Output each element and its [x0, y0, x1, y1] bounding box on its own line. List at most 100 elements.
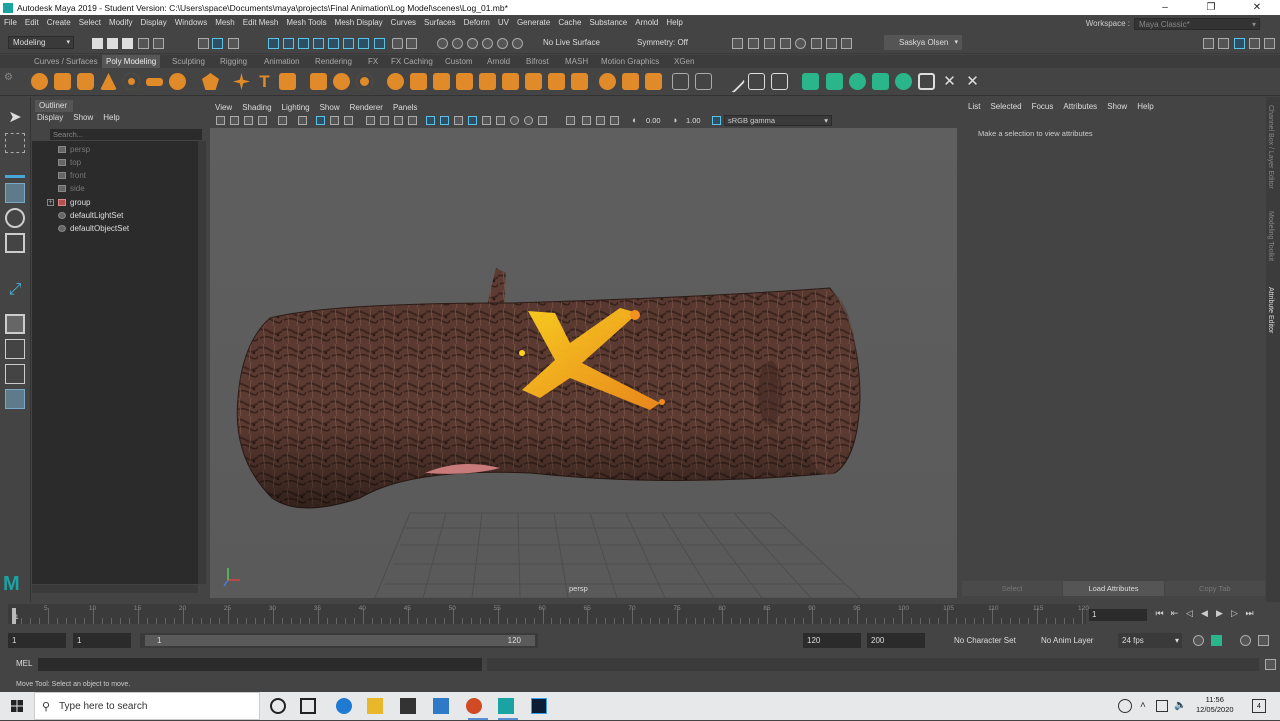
xray-components-icon[interactable]: [610, 116, 619, 125]
multi-cut-icon[interactable]: [599, 73, 616, 90]
outliner-item[interactable]: group: [58, 196, 90, 209]
snap-to-surface-icon[interactable]: [497, 38, 508, 49]
cylindrical-mapping-icon[interactable]: [826, 73, 843, 90]
anim-layer-dropdown[interactable]: No Anim Layer: [1037, 633, 1113, 648]
shelf-tab-fx-caching[interactable]: FX Caching: [387, 55, 437, 68]
use-all-lights-icon[interactable]: [482, 116, 491, 125]
cortana-icon[interactable]: [270, 698, 286, 714]
shelf-tab-animation[interactable]: Animation: [260, 55, 304, 68]
append-polygon-icon[interactable]: [571, 73, 588, 90]
character-set-dropdown[interactable]: No Character Set: [950, 633, 1032, 648]
range-thumb[interactable]: 1 120: [145, 635, 535, 646]
snap-grid-icon[interactable]: [268, 38, 279, 49]
shelf-tab-curves-surfaces[interactable]: Curves / Surfaces: [30, 55, 102, 68]
arnold-render-icon[interactable]: [811, 38, 822, 49]
store-icon[interactable]: [400, 698, 416, 714]
grease-pencil-icon[interactable]: [278, 116, 287, 125]
menu-surfaces[interactable]: Surfaces: [420, 18, 460, 27]
cut-faces-icon[interactable]: [748, 73, 765, 90]
combine-objects-icon[interactable]: [672, 73, 689, 90]
gate-mask-icon[interactable]: [366, 116, 375, 125]
type-text-icon[interactable]: T: [256, 73, 273, 90]
sidebar-toggle-icon[interactable]: [1203, 38, 1214, 49]
checker-icon[interactable]: [918, 73, 935, 90]
automatic-mapping-icon[interactable]: [872, 73, 889, 90]
tab-channel-box[interactable]: Channel Box / Layer Editor: [1267, 105, 1274, 189]
mirror-icon[interactable]: [456, 73, 473, 90]
select-curve-icon[interactable]: [313, 38, 324, 49]
persp-outliner-icon[interactable]: [5, 364, 25, 384]
spherical-mapping-icon[interactable]: [849, 73, 866, 90]
shelf-tab-rendering[interactable]: Rendering: [311, 55, 356, 68]
menu-mesh-display[interactable]: Mesh Display: [331, 18, 387, 27]
wireframe-on-shaded-icon[interactable]: [454, 116, 463, 125]
boolean-union-icon[interactable]: [387, 73, 404, 90]
go-to-start-icon[interactable]: ⏮: [1152, 608, 1167, 619]
anim-prefs-icon[interactable]: [1258, 635, 1269, 646]
lock-icon[interactable]: [392, 38, 403, 49]
offset-edge-loop-icon[interactable]: [771, 73, 788, 90]
select-render-icon[interactable]: [374, 38, 385, 49]
bevel-icon[interactable]: [479, 73, 496, 90]
camera-attributes-icon[interactable]: [230, 116, 239, 125]
workspace-dropdown[interactable]: Maya Classic* ▾: [1134, 17, 1260, 30]
play-forwards-icon[interactable]: ▶: [1212, 608, 1227, 619]
extract-icon[interactable]: [695, 73, 712, 90]
single-perspective-view-icon[interactable]: [5, 314, 25, 334]
battery-icon[interactable]: [1156, 700, 1168, 712]
textured-icon[interactable]: [468, 116, 477, 125]
render-view-icon[interactable]: [732, 38, 743, 49]
command-input[interactable]: [38, 658, 482, 671]
select-tool-icon[interactable]: ➤: [5, 108, 25, 128]
smooth-icon[interactable]: [356, 73, 373, 90]
tool-settings-icon[interactable]: [1249, 38, 1260, 49]
outliner-tab[interactable]: Outliner: [35, 100, 73, 112]
tab-attribute-editor[interactable]: Attribute Editor: [1267, 287, 1274, 333]
attr-menu-show[interactable]: Show: [1107, 102, 1127, 111]
2d-pan-zoom-icon[interactable]: [298, 116, 307, 125]
outliner-item[interactable]: persp: [58, 143, 90, 156]
mail-icon[interactable]: [433, 698, 449, 714]
menu-edit[interactable]: Edit: [21, 18, 43, 27]
system-clock[interactable]: 11:56 12/05/2020: [1196, 695, 1234, 715]
poly-sphere-icon[interactable]: [31, 73, 48, 90]
move-tool-icon[interactable]: [5, 183, 25, 203]
file-explorer-icon[interactable]: [367, 698, 383, 714]
copy-tab-button[interactable]: Copy Tab: [1164, 581, 1265, 596]
maya-taskbar-icon[interactable]: [498, 698, 514, 714]
poly-cone-icon[interactable]: [100, 73, 117, 90]
select-dynamic-icon[interactable]: [358, 38, 369, 49]
shelf-settings-icon[interactable]: ⚙: [4, 72, 14, 92]
snap-to-grid-icon[interactable]: [437, 38, 448, 49]
outliner-item[interactable]: top: [58, 156, 81, 169]
fill-hole-icon[interactable]: [548, 73, 565, 90]
shelf-tab-rigging[interactable]: Rigging: [216, 55, 251, 68]
menu-deform[interactable]: Deform: [460, 18, 494, 27]
viewport-menu-panels[interactable]: Panels: [388, 101, 422, 114]
menu-file[interactable]: File: [0, 18, 21, 27]
expand-icon[interactable]: +: [47, 199, 54, 206]
poly-cylinder-icon[interactable]: [77, 73, 94, 90]
undo-icon[interactable]: [138, 38, 149, 49]
sew-uv-icon[interactable]: ✕: [964, 73, 981, 90]
menu-mesh-tools[interactable]: Mesh Tools: [282, 18, 330, 27]
poly-plane-icon[interactable]: [146, 78, 163, 86]
rotate-tool-icon[interactable]: [5, 208, 25, 228]
edge-icon[interactable]: [336, 698, 352, 714]
field-chart-icon[interactable]: [380, 116, 389, 125]
tab-modeling-toolkit[interactable]: Modeling Toolkit: [1267, 211, 1274, 261]
playback-start-field[interactable]: 1: [73, 633, 131, 648]
paint-select-tool-icon[interactable]: [5, 158, 25, 178]
color-management-icon[interactable]: [712, 116, 721, 125]
shelf-tab-bifrost[interactable]: Bifrost: [522, 55, 553, 68]
depth-of-field-icon[interactable]: [538, 116, 547, 125]
menu-curves[interactable]: Curves: [387, 18, 420, 27]
planar-mapping-icon[interactable]: [802, 73, 819, 90]
snap-to-live-icon[interactable]: [512, 38, 523, 49]
attr-menu-attributes[interactable]: Attributes: [1063, 102, 1097, 111]
menu-help[interactable]: Help: [662, 18, 686, 27]
ambient-occlusion-icon[interactable]: [510, 116, 519, 125]
resolution-gate-icon[interactable]: [344, 116, 353, 125]
poly-disc-icon[interactable]: [169, 73, 186, 90]
select-joint-icon[interactable]: [298, 38, 309, 49]
